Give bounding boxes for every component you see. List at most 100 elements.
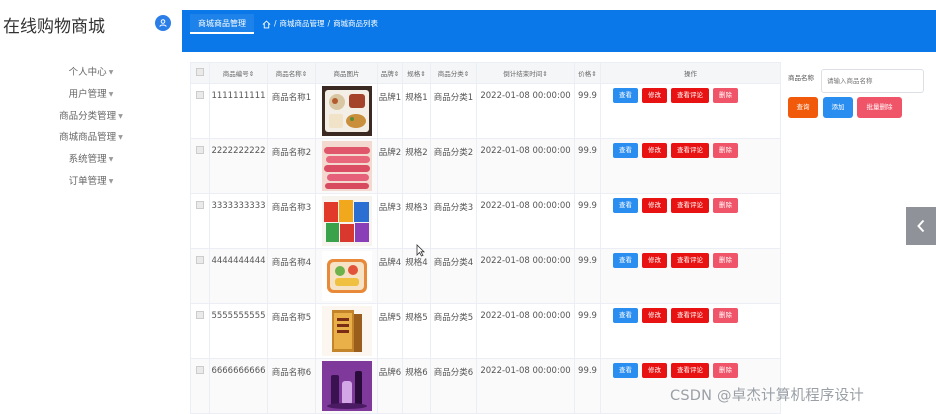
mouse-cursor-icon [416,244,425,257]
column-header-spec[interactable]: 规格⇕ [402,62,431,84]
row-checkbox[interactable] [190,303,210,359]
delete-button[interactable]: 删除 [713,198,738,213]
cell-brand: 品牌1 [377,83,403,139]
column-header-name[interactable]: 商品名称⇕ [267,62,316,84]
view-button[interactable]: 查看 [613,198,638,213]
cell-end-time: 2022-01-08 00:00:00 [476,358,575,414]
query-button[interactable]: 查询 [788,97,818,118]
product-image-bento-box[interactable] [321,86,372,136]
cell-spec: 规格3 [402,193,431,249]
cell-id: 5555555555 [209,303,268,359]
view-button[interactable]: 查看 [613,363,638,378]
sidebar-item-system-management[interactable]: 系统管理 ▼ [0,149,182,171]
view-button[interactable]: 查看 [613,253,638,268]
cell-end-time: 2022-01-08 00:00:00 [476,83,575,139]
page: 在线购物商城 个人中心 ▼ 用户管理 ▼ 商品分类管理 ▼ 商城商品管理 ▼ 系统管理 ▼… [0,0,936,414]
delete-button[interactable]: 删除 [713,253,738,268]
breadcrumb: / 商城商品管理 / 商城商品列表 [262,14,378,34]
cell-actions: 查看 修改 查看评论 删除 [600,138,781,194]
column-header-id[interactable]: 商品编号⇕ [209,62,268,84]
cell-actions: 查看 修改 查看评论 删除 [600,303,781,359]
view-button[interactable]: 查看 [613,143,638,158]
cell-image [315,193,378,249]
product-image-tea-box[interactable] [321,306,372,356]
delete-button[interactable]: 删除 [713,363,738,378]
collapse-panel-button[interactable] [906,207,936,245]
cell-category: 商品分类4 [430,248,477,304]
cell-name: 商品名称1 [267,83,316,139]
sidebar-item-user-management[interactable]: 用户管理 ▼ [0,84,182,106]
goods-table: 商品编号⇕ 商品名称⇕ 商品图片 品牌⇕ 规格⇕ 商品分类⇕ 倒计结束时间⇕ 价… [190,62,781,414]
row-checkbox[interactable] [190,193,210,249]
cell-end-time: 2022-01-08 00:00:00 [476,303,575,359]
row-checkbox[interactable] [190,83,210,139]
view-button[interactable]: 查看 [613,308,638,323]
cell-category: 商品分类1 [430,83,477,139]
column-header-category[interactable]: 商品分类⇕ [430,62,477,84]
column-header-brand[interactable]: 品牌⇕ [377,62,403,84]
sidebar-menu: 个人中心 ▼ 用户管理 ▼ 商品分类管理 ▼ 商城商品管理 ▼ 系统管理 ▼ 订单管理 ▼ [0,62,182,193]
column-header-actions: 操作 [600,62,781,84]
product-image-snack-bags[interactable] [321,196,372,246]
column-header-end-time[interactable]: 倒计结束时间⇕ [476,62,575,84]
view-reviews-button[interactable]: 查看评论 [671,143,709,158]
cell-image [315,248,378,304]
cell-image [315,358,378,414]
watermark: CSDN @卓杰计算机程序设计 [670,388,864,404]
table-header-row: 商品编号⇕ 商品名称⇕ 商品图片 品牌⇕ 规格⇕ 商品分类⇕ 倒计结束时间⇕ 价… [190,62,781,84]
delete-button[interactable]: 删除 [713,143,738,158]
sidebar-item-goods-management[interactable]: 商城商品管理 ▼ [0,127,182,149]
column-header-image[interactable]: 商品图片 [315,62,378,84]
view-reviews-button[interactable]: 查看评论 [671,363,709,378]
view-reviews-button[interactable]: 查看评论 [671,308,709,323]
view-reviews-button[interactable]: 查看评论 [671,253,709,268]
cell-price: 99.9 [574,138,601,194]
edit-button[interactable]: 修改 [642,198,667,213]
product-image-cosmetics[interactable] [321,361,372,411]
view-reviews-button[interactable]: 查看评论 [671,198,709,213]
product-image-sausages[interactable] [321,141,372,191]
product-image-lunch-box[interactable] [321,251,372,301]
select-all-checkbox[interactable] [190,62,210,84]
view-button[interactable]: 查看 [613,88,638,103]
breadcrumb-item-current: 商城商品列表 [333,19,379,28]
edit-button[interactable]: 修改 [642,253,667,268]
cell-id: 1111111111 [209,83,268,139]
cell-price: 99.9 [574,358,601,414]
delete-button[interactable]: 删除 [713,308,738,323]
home-icon[interactable] [262,19,271,29]
edit-button[interactable]: 修改 [642,363,667,378]
cell-id: 2222222222 [209,138,268,194]
view-reviews-button[interactable]: 查看评论 [671,88,709,103]
sidebar-item-category-management[interactable]: 商品分类管理 ▼ [0,106,182,128]
cell-name: 商品名称3 [267,193,316,249]
delete-button[interactable]: 删除 [713,88,738,103]
cell-brand: 品牌4 [377,248,403,304]
cell-name: 商品名称5 [267,303,316,359]
cell-actions: 查看 修改 查看评论 删除 [600,248,781,304]
chevron-left-icon [917,219,925,233]
cell-id: 6666666666 [209,358,268,414]
table-row: 1111111111 商品名称1 品牌1 规格1 商品分类1 2022-01-0… [190,83,781,139]
batch-delete-button[interactable]: 批量删除 [857,97,902,118]
row-checkbox[interactable] [190,358,210,414]
breadcrumb-item[interactable]: 商城商品管理 [280,14,325,34]
row-checkbox[interactable] [190,138,210,194]
column-header-price[interactable]: 价格⇕ [574,62,601,84]
tab-goods-management[interactable]: 商城商品管理 [190,14,254,34]
cell-brand: 品牌5 [377,303,403,359]
cell-category: 商品分类3 [430,193,477,249]
user-avatar-icon[interactable] [155,15,171,31]
search-input[interactable] [821,69,924,93]
cell-spec: 规格1 [402,83,431,139]
cell-name: 商品名称4 [267,248,316,304]
edit-button[interactable]: 修改 [642,143,667,158]
edit-button[interactable]: 修改 [642,308,667,323]
add-button[interactable]: 添加 [823,97,853,118]
edit-button[interactable]: 修改 [642,88,667,103]
table-row: 5555555555 商品名称5 品牌5 规格5 商品分类5 2022-01-0… [190,303,781,359]
cell-spec: 规格6 [402,358,431,414]
sidebar-item-order-management[interactable]: 订单管理 ▼ [0,171,182,193]
sidebar-item-personal-center[interactable]: 个人中心 ▼ [0,62,182,84]
row-checkbox[interactable] [190,248,210,304]
